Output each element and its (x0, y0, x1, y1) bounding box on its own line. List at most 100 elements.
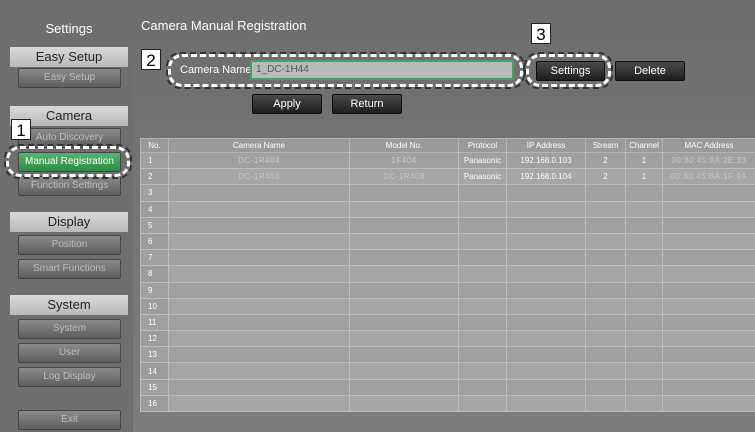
table-row[interactable]: 2 DC-1R408 DC-1R408 Panasonic 192.168.0.104 2… (140, 168, 755, 186)
table-cell (625, 265, 663, 283)
return-button[interactable]: Return (332, 94, 402, 114)
table-row[interactable]: 3 (140, 184, 755, 202)
table-row[interactable]: 16 (140, 394, 755, 413)
table-cell (458, 200, 507, 218)
table-cell (662, 232, 755, 251)
row-number-cell: 15 (140, 378, 169, 396)
table-cell (585, 281, 626, 299)
table-cell (349, 200, 459, 218)
table-cell (168, 297, 350, 315)
easy-setup-button[interactable]: Easy Setup (18, 68, 121, 88)
system-button[interactable]: System (18, 319, 121, 339)
table-body: 1 DC-1R404 1F404 Panasonic 192.168.0.103 2 1 00… (140, 151, 755, 413)
table-cell (168, 249, 350, 267)
table-cell (458, 265, 507, 283)
table-cell: Panasonic (458, 168, 507, 186)
section-easy-setup: Easy Setup (10, 47, 128, 67)
table-cell (458, 232, 507, 251)
function-settings-button[interactable]: Function Settings (18, 176, 121, 196)
column-header: Stream (585, 138, 626, 153)
table-cell: 00:80:45:BA:1F:9A (662, 168, 755, 186)
table-cell (662, 330, 755, 348)
table-row[interactable]: 11 (140, 313, 755, 332)
table-cell (662, 184, 755, 202)
table-row[interactable]: 13 (140, 346, 755, 364)
table-cell (662, 297, 755, 315)
table-cell (585, 265, 626, 283)
table-cell (168, 265, 350, 283)
exit-button[interactable]: Exit (18, 410, 121, 430)
position-button[interactable]: Position (18, 235, 121, 255)
table-cell (168, 362, 350, 380)
settings-button[interactable]: Settings (536, 61, 605, 81)
table-cell (168, 184, 350, 202)
table-cell (662, 313, 755, 332)
table-row[interactable]: 15 (140, 378, 755, 396)
table-row[interactable]: 9 (140, 281, 755, 299)
delete-button[interactable]: Delete (615, 61, 685, 81)
table-cell (585, 200, 626, 218)
column-header: MAC Address (662, 138, 755, 153)
table-row[interactable]: 1 DC-1R404 1F404 Panasonic 192.168.0.103 2 1 00… (140, 151, 755, 170)
table-cell (625, 313, 663, 332)
row-number-cell: 11 (140, 313, 169, 332)
table-cell (506, 200, 586, 218)
camera-name-label: Camera Name (180, 64, 252, 76)
table-cell (662, 378, 755, 396)
table-cell (458, 297, 507, 315)
callout-number-1: 1 (11, 119, 31, 140)
table-cell (585, 378, 626, 396)
table-cell (349, 297, 459, 315)
table-cell (506, 378, 586, 396)
table-row[interactable]: 8 (140, 265, 755, 283)
table-cell (625, 330, 663, 348)
table-cell (506, 232, 586, 251)
table-cell (625, 362, 663, 380)
section-system: System (10, 295, 128, 315)
user-button[interactable]: User (18, 343, 121, 363)
table-cell (458, 346, 507, 364)
table-cell (458, 394, 507, 413)
table-cell: 192.168.0.104 (506, 168, 586, 186)
apply-button[interactable]: Apply (252, 94, 322, 114)
table-row[interactable]: 12 (140, 330, 755, 348)
table-cell (349, 330, 459, 348)
table-row[interactable]: 14 (140, 362, 755, 380)
row-number-cell: 1 (140, 151, 169, 170)
sidebar: Settings Easy Setup Easy Setup Camera Au… (0, 0, 133, 432)
table-cell (506, 330, 586, 348)
row-number-cell: 4 (140, 200, 169, 218)
table-cell (625, 297, 663, 315)
table-cell (662, 394, 755, 413)
manual-registration-button[interactable]: Manual Registration (18, 152, 121, 172)
row-number-cell: 13 (140, 346, 169, 364)
table-cell (625, 378, 663, 396)
table-row[interactable]: 4 (140, 200, 755, 218)
table-cell (349, 249, 459, 267)
table-cell (506, 216, 586, 234)
smart-functions-button[interactable]: Smart Functions (18, 259, 121, 279)
table-cell: 1 (625, 168, 663, 186)
table-cell (349, 346, 459, 364)
table-cell (506, 249, 586, 267)
table-cell (168, 313, 350, 332)
log-display-button[interactable]: Log Display (18, 367, 121, 387)
table-row[interactable]: 10 (140, 297, 755, 315)
auto-discovery-button[interactable]: Auto Discovery (18, 128, 121, 148)
table-cell (168, 330, 350, 348)
table-cell (585, 330, 626, 348)
table-cell (662, 346, 755, 364)
table-cell: DC-1R404 (168, 151, 350, 170)
camera-name-input[interactable]: 1_DC-1H44 (250, 60, 514, 80)
table-cell (662, 200, 755, 218)
table-row[interactable]: 6 (140, 232, 755, 251)
table-cell (506, 346, 586, 364)
table-cell (168, 281, 350, 299)
table-cell (625, 249, 663, 267)
table-row[interactable]: 5 (140, 216, 755, 234)
table-row[interactable]: 7 (140, 249, 755, 267)
column-header: Protocol (458, 138, 507, 153)
column-header: Camera Name (168, 138, 350, 153)
table-cell: Panasonic (458, 151, 507, 170)
table-cell (625, 346, 663, 364)
